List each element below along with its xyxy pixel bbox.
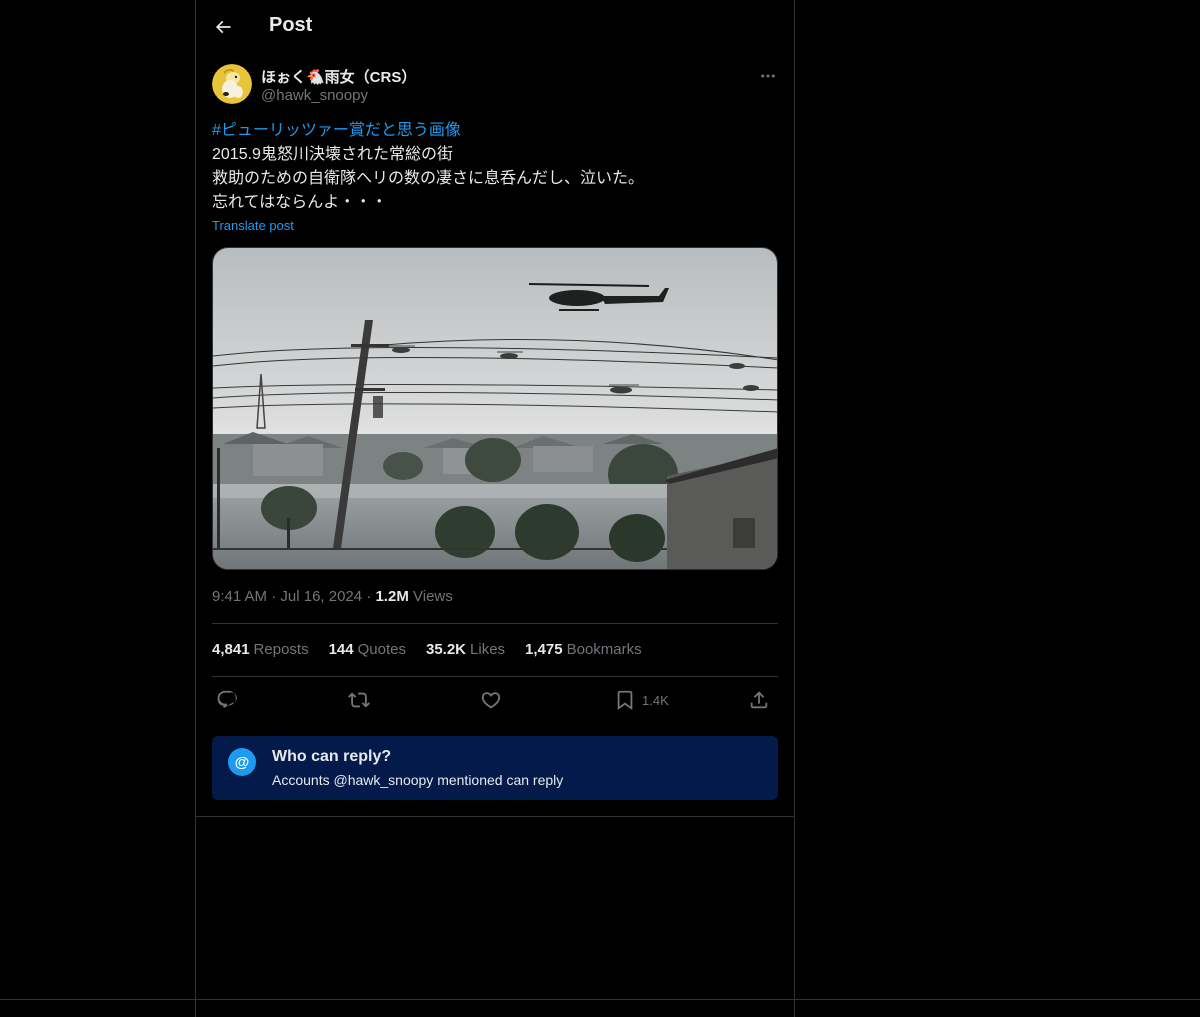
bookmark-icon [617,690,633,711]
more-horizontal-icon [761,74,775,78]
post-column: Post ほぉく🐔雨女（CRS） @hawk_snoopy #ピューリッツァー賞… [195,0,795,1017]
post-image[interactable] [212,247,778,570]
post-text-line: 救助のための自衛隊ヘリの数の凄さに息呑んだし、泣いた。 [212,170,645,187]
bookmarks-label: Bookmarks [566,641,642,658]
reposts-label: Reposts [253,641,309,658]
post-text: #ピューリッツァー賞だと思う画像 2015.9鬼怒川決壊された常総の街 救助のた… [212,119,778,215]
page-title: Post [269,14,313,36]
flood-helicopters-photo [213,248,777,569]
post-header: Post [196,0,794,54]
likes-stat[interactable]: 35.2K Likes [426,641,505,658]
avatar[interactable] [212,64,252,104]
likes-count: 35.2K [425,641,467,658]
views-label: Views [413,588,453,605]
arrow-left-icon [215,20,231,34]
at-sign-icon: @ [228,748,256,776]
likes-label: Likes [470,641,506,658]
reply-restriction-subtitle: Accounts @hawk_snoopy mentioned can repl… [272,772,564,788]
bookmarks-stat[interactable]: 1,475 Bookmarks [525,641,642,658]
bookmark-count: 1.4K [642,692,669,708]
engagement-stats: 4,841 Reposts 144 Quotes 35.2K Likes 1,475 B… [212,641,642,658]
repost-icon [348,692,370,708]
author-handle[interactable]: @hawk_snoopy [261,87,368,104]
bookmarks-count: 1,475 [525,641,563,658]
quotes-count: 144 [328,641,354,658]
hashtag-link[interactable]: #ピューリッツァー賞だと思う画像 [212,119,778,143]
reply-icon [217,690,237,708]
post-meta: 9:41 AM · Jul 16, 2024 · 1.2M Views [212,588,453,605]
quotes-label: Quotes [357,641,406,658]
post-text-line: 忘れてはならんよ・・・ [212,194,388,211]
share-icon [750,691,768,709]
reposts-stat[interactable]: 4,841 Reposts [212,641,309,658]
views-count: 1.2M [375,588,409,605]
snoopy-avatar-icon [212,64,252,104]
divider [212,676,778,677]
divider [212,623,778,624]
reply-button[interactable] [216,688,238,712]
reply-restriction-title: Who can reply? [272,748,392,765]
post-date[interactable]: Jul 16, 2024 [280,588,362,605]
bookmark-button[interactable]: 1.4K [614,688,669,712]
reposts-count: 4,841 [212,641,250,658]
meta-separator: · [366,588,372,605]
post-bottom-divider [196,816,794,817]
post-text-line: 2015.9鬼怒川決壊された常総の街 [212,146,453,163]
heart-icon [481,692,501,709]
share-button[interactable] [748,688,770,712]
translate-post-link[interactable]: Translate post [212,218,294,233]
action-bar: 1.4K [212,680,778,722]
repost-button[interactable] [348,688,370,712]
post-time[interactable]: 9:41 AM [212,588,267,605]
meta-separator: · [271,588,277,605]
quotes-stat[interactable]: 144 Quotes [329,641,406,658]
like-button[interactable] [480,688,502,712]
reply-restriction-banner: @ Who can reply? Accounts @hawk_snoopy m… [212,736,778,800]
more-options-button[interactable] [756,64,780,88]
author-display-name[interactable]: ほぉく🐔雨女（CRS） [261,66,416,87]
back-button[interactable] [206,9,240,45]
